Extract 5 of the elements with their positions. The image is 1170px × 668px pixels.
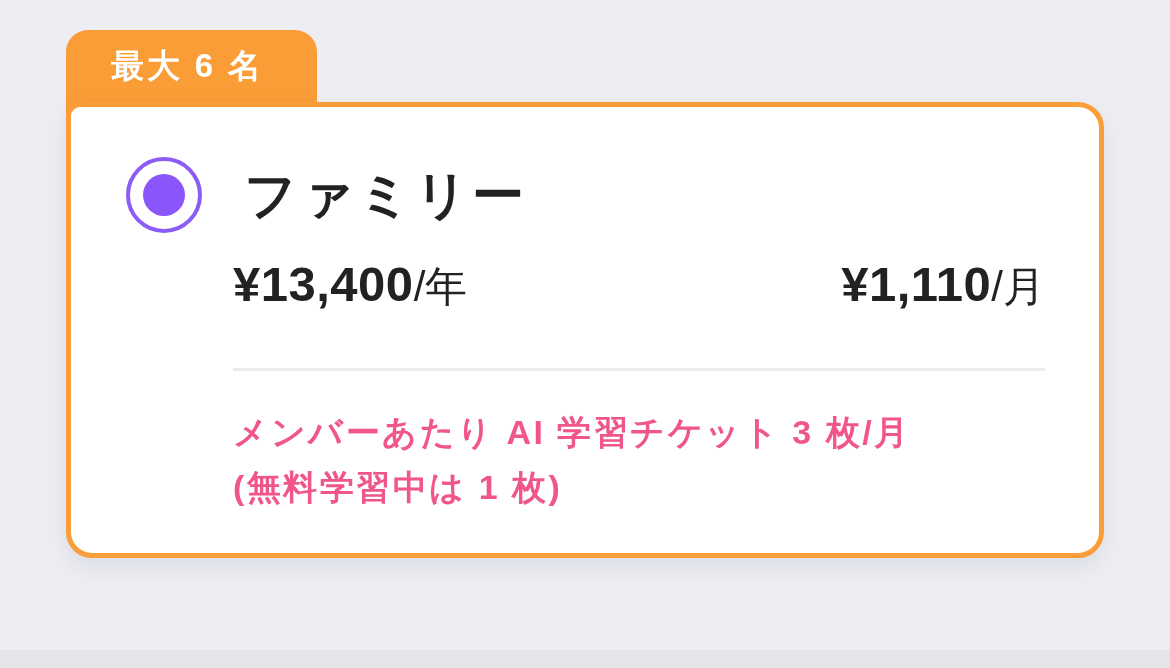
- monthly-price: ¥1,110/月: [841, 256, 1045, 313]
- plan-name: ファミリー: [244, 165, 528, 226]
- yearly-price: ¥13,400/年: [233, 256, 468, 313]
- ticket-note: メンバーあたり AI 学習チケット 3 枚/月 (無料学習中は 1 枚): [233, 412, 912, 508]
- plan-card[interactable]: ファミリー ¥13,400/年 ¥1,110/月 メンバーあたり AI 学習チケット 3 枚/月 (無料学習中は 1 枚): [66, 102, 1104, 558]
